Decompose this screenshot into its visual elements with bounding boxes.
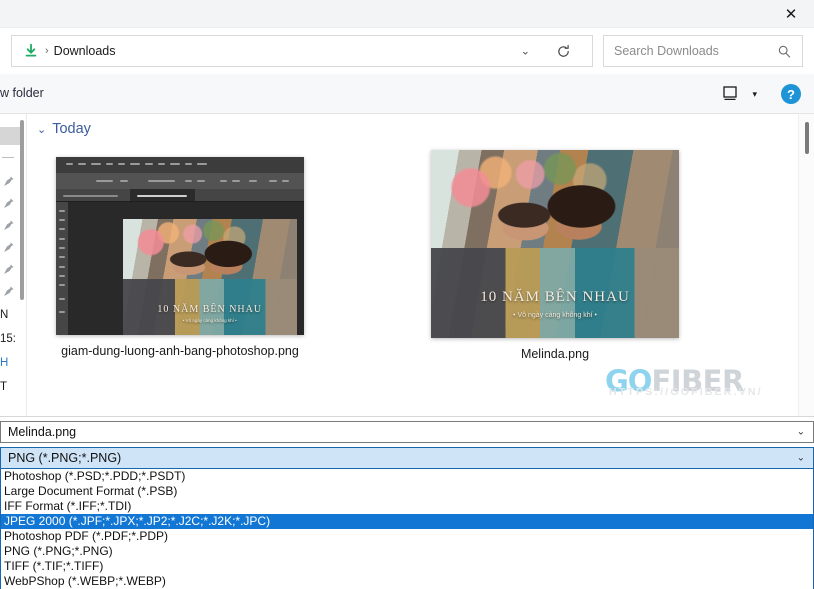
dropdown-option[interactable]: IFF Format (*.IFF;*.TDI) <box>1 499 813 514</box>
sidebar-item-label-t[interactable]: T <box>0 376 26 397</box>
breadcrumb[interactable]: Downloads <box>54 44 116 58</box>
help-icon[interactable]: ? <box>781 84 801 104</box>
group-title: Today <box>52 121 91 137</box>
dropdown-option[interactable]: Large Document Format (*.PSB) <box>1 484 813 499</box>
photo-overlay-title: 10 NĂM BÊN NHAU <box>157 304 263 316</box>
photo-overlay-subtitle: • Vô ngày càng không khí • <box>182 318 237 324</box>
file-name-value[interactable]: Melinda.png <box>8 425 76 439</box>
sidebar-item-label-h[interactable]: H <box>0 352 26 373</box>
search-input[interactable]: Search Downloads <box>614 44 772 58</box>
file-tile[interactable]: 10 NĂM BÊN NHAU • Vô ngày càng không khí… <box>56 157 304 358</box>
photoshop-toolbar <box>56 201 69 335</box>
search-icon[interactable] <box>772 40 796 62</box>
dropdown-option[interactable]: WebPShop (*.WEBP;*.WEBP) <box>1 574 813 589</box>
save-as-dialog: ✕ › Downloads ⌄ Search Downloads w folde… <box>0 0 814 589</box>
file-thumbnail[interactable]: 10 NĂM BÊN NHAU • Vô ngày càng không khí… <box>431 150 679 338</box>
chevron-down-icon[interactable]: ⌄ <box>797 453 805 464</box>
photoshop-active-tab <box>130 189 195 202</box>
content-scrollbar-thumb[interactable] <box>805 122 809 154</box>
file-tile[interactable]: 10 NĂM BÊN NHAU • Vô ngày càng không khí… <box>431 150 679 361</box>
sidebar-item-label-time[interactable]: 15: <box>0 328 26 349</box>
file-name-label: giam-dung-luong-anh-bang-photoshop.png <box>61 344 299 358</box>
downloads-arrow-icon <box>19 40 43 62</box>
dropdown-option[interactable]: PNG (*.PNG;*.PNG) <box>1 544 813 559</box>
chevron-down-icon[interactable]: ⌄ <box>521 45 530 58</box>
chevron-down-icon[interactable]: ⌄ <box>797 427 805 438</box>
file-name-input[interactable]: Melinda.png ⌄ <box>0 421 814 443</box>
file-list-area: ⌄ Today 10 NĂM BÊN NHAU • Vô ngày càng k… <box>26 114 814 416</box>
dropdown-option-selected[interactable]: JPEG 2000 (*.JPF;*.JPX;*.JP2;*.J2C;*.J2K… <box>1 514 813 529</box>
navigation-sidebar: N 15: H T <box>0 114 26 416</box>
file-thumbnail[interactable]: 10 NĂM BÊN NHAU • Vô ngày càng không khí… <box>56 157 304 335</box>
sidebar-divider <box>2 157 14 158</box>
address-bar[interactable]: › Downloads ⌄ <box>11 35 593 67</box>
sidebar-item-selected[interactable] <box>0 127 20 145</box>
photoshop-tab-bar <box>56 189 304 202</box>
sidebar-scrollbar[interactable] <box>20 120 24 300</box>
title-bar: ✕ <box>0 0 814 28</box>
dropdown-option[interactable]: TIFF (*.TIF;*.TIFF) <box>1 559 813 574</box>
breadcrumb-separator: › <box>45 45 49 57</box>
file-format-combobox[interactable]: PNG (*.PNG;*.PNG) ⌄ <box>0 447 814 469</box>
toolbar: w folder ▾ ? <box>0 74 814 114</box>
photoshop-document-preview: 10 NĂM BÊN NHAU • Vô ngày càng không khí… <box>122 219 297 335</box>
file-format-value[interactable]: PNG (*.PNG;*.PNG) <box>8 451 121 465</box>
save-form: Melinda.png ⌄ PNG (*.PNG;*.PNG) ⌄ Photos… <box>0 416 814 589</box>
pin-icon <box>2 263 15 279</box>
pin-icon <box>2 219 15 235</box>
monitor-view-icon[interactable] <box>720 85 740 103</box>
photo-overlay-title: 10 NĂM BÊN NHAU <box>480 289 630 306</box>
sidebar-item-label-n[interactable]: N <box>0 304 26 325</box>
file-format-dropdown-list[interactable]: Photoshop (*.PSD;*.PDD;*.PSDT) Large Doc… <box>0 469 814 589</box>
refresh-icon[interactable] <box>552 40 574 62</box>
search-box[interactable]: Search Downloads <box>603 35 803 67</box>
photoshop-options-bar <box>56 173 304 190</box>
photo-overlay-subtitle: • Vô ngày càng không khí • <box>513 312 597 320</box>
chevron-down-icon[interactable]: ⌄ <box>37 123 46 136</box>
content-scrollbar[interactable] <box>798 114 814 416</box>
file-name-label: Melinda.png <box>520 347 590 361</box>
pin-icon <box>2 175 15 191</box>
chevron-down-icon[interactable]: ▾ <box>752 89 757 100</box>
group-header-today[interactable]: ⌄ Today <box>37 121 91 137</box>
dropdown-option[interactable]: Photoshop PDF (*.PDF;*.PDP) <box>1 529 813 544</box>
new-folder-button[interactable]: w folder <box>0 86 44 100</box>
close-icon[interactable]: ✕ <box>768 0 814 28</box>
pin-icon <box>2 285 15 301</box>
dropdown-option[interactable]: Photoshop (*.PSD;*.PDD;*.PSDT) <box>1 469 813 484</box>
photoshop-menubar <box>56 157 304 174</box>
navigation-row: › Downloads ⌄ Search Downloads <box>0 28 814 74</box>
pin-icon <box>2 197 15 213</box>
pin-icon <box>2 241 15 257</box>
